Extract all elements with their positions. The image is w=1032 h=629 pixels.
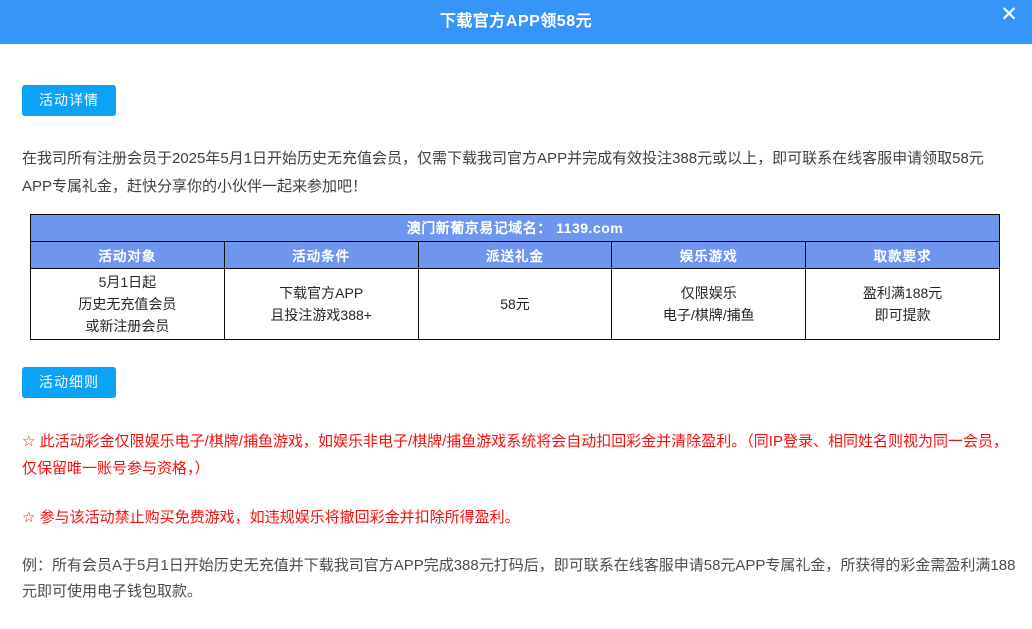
- cell-withdrawal: 盈利满188元 即可提款: [806, 269, 1000, 340]
- cell-bonus: 58元: [418, 269, 612, 340]
- cell-target: 5月1日起 历史无充值会员 或新注册会员: [31, 269, 225, 340]
- cell-condition: 下载官方APP 且投注游戏388+: [224, 269, 418, 340]
- column-header-withdrawal: 取款要求: [806, 242, 1000, 269]
- rule-item: ☆ 参与该活动禁止购买免费游戏，如违规娱乐将撤回彩金并扣除所得盈利。: [22, 504, 1017, 531]
- table-caption: 澳门新葡京易记域名： 1139.com: [31, 215, 1000, 242]
- modal-header-bar: 下载官方APP领58元 ✕: [0, 0, 1032, 44]
- column-header-bonus: 派送礼金: [418, 242, 612, 269]
- column-header-games: 娱乐游戏: [612, 242, 806, 269]
- column-header-target: 活动对象: [31, 242, 225, 269]
- table-header-row: 活动对象 活动条件 派送礼金 娱乐游戏 取款要求: [31, 242, 1000, 269]
- badge-activity-rules: 活动细则: [22, 367, 116, 398]
- rule-item: ☆ 此活动彩金仅限娱乐电子/棋牌/捕鱼游戏，如娱乐非电子/棋牌/捕鱼游戏系统将会…: [22, 428, 1017, 482]
- cell-games: 仅限娱乐 电子/棋牌/捕鱼: [612, 269, 806, 340]
- table-row: 5月1日起 历史无充值会员 或新注册会员 下载官方APP 且投注游戏388+ 5…: [31, 269, 1000, 340]
- badge-activity-details: 活动详情: [22, 85, 116, 116]
- close-icon[interactable]: ✕: [996, 2, 1022, 28]
- table-caption-row: 澳门新葡京易记域名： 1139.com: [31, 215, 1000, 242]
- modal-content: 活动详情 在我司所有注册会员于2025年5月1日开始历史无充值会员，仅需下载我司…: [0, 44, 1032, 605]
- column-header-condition: 活动条件: [224, 242, 418, 269]
- rule-example: 例：所有会员A于5月1日开始历史无充值并下载我司官方APP完成388元打码后，即…: [22, 553, 1017, 605]
- activity-description: 在我司所有注册会员于2025年5月1日开始历史无充值会员，仅需下载我司官方APP…: [22, 145, 1012, 201]
- rules-block: ☆ 此活动彩金仅限娱乐电子/棋牌/捕鱼游戏，如娱乐非电子/棋牌/捕鱼游戏系统将会…: [22, 428, 1017, 531]
- promo-table: 澳门新葡京易记域名： 1139.com 活动对象 活动条件 派送礼金 娱乐游戏 …: [30, 214, 1000, 340]
- page-title: 下载官方APP领58元: [0, 7, 1032, 31]
